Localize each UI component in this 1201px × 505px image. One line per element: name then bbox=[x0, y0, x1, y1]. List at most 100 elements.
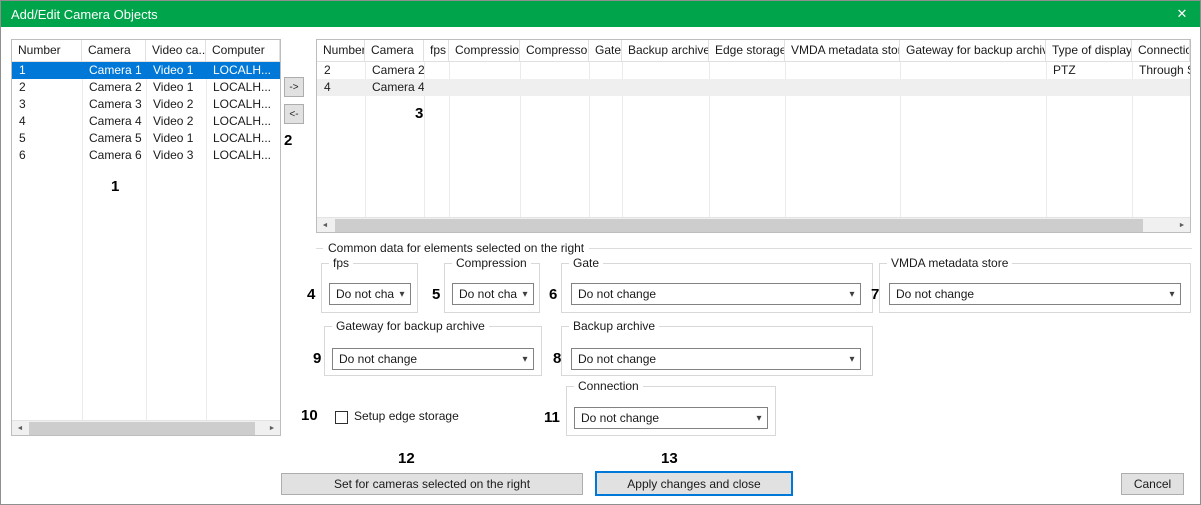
cell-compression bbox=[449, 62, 520, 79]
annotation-11: 11 bbox=[544, 410, 560, 425]
cell-backup-archive bbox=[622, 62, 709, 79]
column-header-compressor[interactable]: Compressor bbox=[520, 40, 589, 61]
annotation-1: 1 bbox=[111, 179, 119, 194]
table-row[interactable]: 4 Camera 4 Video 2 LOCALH... bbox=[12, 113, 280, 130]
vmda-dropdown-value: Do not change bbox=[896, 287, 1164, 301]
cell-video: Video 3 bbox=[146, 147, 206, 164]
gate-group-label: Gate bbox=[569, 256, 603, 270]
table-row[interactable]: 3 Camera 3 Video 2 LOCALH... bbox=[12, 96, 280, 113]
column-header-compression[interactable]: Compression bbox=[449, 40, 520, 61]
cell-computer: LOCALH... bbox=[206, 113, 280, 130]
column-header-camera[interactable]: Camera bbox=[82, 40, 146, 61]
move-left-button[interactable]: <- bbox=[284, 104, 304, 124]
cell-compressor bbox=[520, 79, 589, 96]
fps-group-label: fps bbox=[329, 256, 353, 270]
annotation-7: 7 bbox=[871, 287, 879, 302]
vmda-group-label: VMDA metadata store bbox=[887, 256, 1012, 270]
scrollbar-thumb[interactable] bbox=[335, 219, 1143, 232]
cell-fps bbox=[424, 62, 449, 79]
cell-connection bbox=[1132, 79, 1190, 96]
close-icon[interactable]: ✕ bbox=[1164, 1, 1200, 27]
cancel-button[interactable]: Cancel bbox=[1121, 473, 1184, 495]
table-row[interactable]: 2 Camera 2 Video 1 LOCALH... bbox=[12, 79, 280, 96]
annotation-13: 13 bbox=[661, 451, 678, 466]
connection-dropdown[interactable]: Do not change ▾ bbox=[574, 407, 768, 429]
column-header-gateway[interactable]: Gateway for backup archive bbox=[900, 40, 1046, 61]
gateway-dropdown-value: Do not change bbox=[339, 352, 517, 366]
vmda-dropdown[interactable]: Do not change ▾ bbox=[889, 283, 1181, 305]
cell-number: 1 bbox=[12, 62, 82, 79]
scroll-left-icon[interactable]: ◄ bbox=[317, 218, 333, 233]
cell-gateway bbox=[900, 79, 1046, 96]
column-header-video[interactable]: Video ca... bbox=[146, 40, 206, 61]
gate-dropdown[interactable]: Do not change ▾ bbox=[571, 283, 861, 305]
scroll-left-icon[interactable]: ◄ bbox=[12, 421, 28, 436]
chevron-down-icon: ▾ bbox=[844, 289, 860, 300]
column-header-edge-storage[interactable]: Edge storage bbox=[709, 40, 785, 61]
cell-edge-storage bbox=[709, 79, 785, 96]
cell-gate bbox=[589, 62, 622, 79]
annotation-2: 2 bbox=[284, 133, 292, 148]
cell-connection: Through Se bbox=[1132, 62, 1190, 79]
cell-type-of-display bbox=[1046, 79, 1132, 96]
cell-computer: LOCALH... bbox=[206, 96, 280, 113]
chevron-down-icon: ▾ bbox=[844, 354, 860, 365]
scroll-right-icon[interactable]: ► bbox=[1174, 218, 1190, 233]
fps-dropdown[interactable]: Do not change ▾ bbox=[329, 283, 411, 305]
table-row[interactable]: 1 Camera 1 Video 1 LOCALH... bbox=[12, 62, 280, 79]
cell-type-of-display: PTZ bbox=[1046, 62, 1132, 79]
apply-changes-button[interactable]: Apply changes and close bbox=[595, 471, 793, 496]
annotation-8: 8 bbox=[553, 351, 561, 366]
column-header-fps[interactable]: fps bbox=[424, 40, 449, 61]
scrollbar-thumb[interactable] bbox=[29, 422, 255, 435]
cell-compressor bbox=[520, 62, 589, 79]
column-header-camera[interactable]: Camera bbox=[365, 40, 424, 61]
set-for-selected-button[interactable]: Set for cameras selected on the right bbox=[281, 473, 583, 495]
connection-group-label: Connection bbox=[574, 379, 643, 393]
selected-cameras-table: Number Camera fps Compression Compressor… bbox=[316, 39, 1191, 233]
column-header-connection[interactable]: Connection bbox=[1132, 40, 1190, 61]
gateway-dropdown[interactable]: Do not change ▾ bbox=[332, 348, 534, 370]
column-header-type-of-display[interactable]: Type of display bbox=[1046, 40, 1132, 61]
horizontal-scrollbar[interactable]: ◄ ► bbox=[12, 420, 280, 435]
scroll-right-icon[interactable]: ► bbox=[264, 421, 280, 436]
column-header-computer[interactable]: Computer bbox=[206, 40, 280, 61]
titlebar: Add/Edit Camera Objects ✕ bbox=[1, 1, 1200, 27]
table-row[interactable]: 5 Camera 5 Video 1 LOCALH... bbox=[12, 130, 280, 147]
table-row[interactable]: 6 Camera 6 Video 3 LOCALH... bbox=[12, 147, 280, 164]
cell-number: 4 bbox=[317, 79, 365, 96]
setup-edge-storage-checkbox[interactable] bbox=[335, 411, 348, 424]
annotation-9: 9 bbox=[313, 351, 321, 366]
chevron-down-icon: ▾ bbox=[517, 354, 533, 365]
cell-number: 6 bbox=[12, 147, 82, 164]
annotation-6: 6 bbox=[549, 287, 557, 302]
column-header-vmda[interactable]: VMDA metadata store bbox=[785, 40, 900, 61]
column-header-number[interactable]: Number bbox=[317, 40, 365, 61]
cell-backup-archive bbox=[622, 79, 709, 96]
available-cameras-table: Number Camera Video ca... Computer 1 Cam… bbox=[11, 39, 281, 436]
cell-video: Video 2 bbox=[146, 96, 206, 113]
table-row[interactable]: 4 Camera 4 bbox=[317, 79, 1190, 96]
backup-archive-dropdown[interactable]: Do not change ▾ bbox=[571, 348, 861, 370]
cell-computer: LOCALH... bbox=[206, 147, 280, 164]
cell-camera: Camera 4 bbox=[82, 113, 146, 130]
cell-camera: Camera 5 bbox=[82, 130, 146, 147]
annotation-4: 4 bbox=[307, 287, 315, 302]
dialog-add-edit-camera-objects: Add/Edit Camera Objects ✕ Number Camera … bbox=[0, 0, 1201, 505]
connection-dropdown-value: Do not change bbox=[581, 411, 751, 425]
cell-number: 2 bbox=[12, 79, 82, 96]
cell-vmda bbox=[785, 79, 900, 96]
column-header-backup-archive[interactable]: Backup archive bbox=[622, 40, 709, 61]
cell-vmda bbox=[785, 62, 900, 79]
horizontal-scrollbar[interactable]: ◄ ► bbox=[317, 217, 1190, 232]
cell-number: 2 bbox=[317, 62, 365, 79]
column-header-gate[interactable]: Gate bbox=[589, 40, 622, 61]
cell-camera: Camera 3 bbox=[82, 96, 146, 113]
chevron-down-icon: ▾ bbox=[751, 413, 767, 424]
table-row[interactable]: 2 Camera 2 PTZ Through Se bbox=[317, 62, 1190, 79]
compression-dropdown[interactable]: Do not change ▾ bbox=[452, 283, 534, 305]
column-header-number[interactable]: Number bbox=[12, 40, 82, 61]
cell-camera: Camera 2 bbox=[365, 62, 424, 79]
backup-archive-dropdown-value: Do not change bbox=[578, 352, 844, 366]
move-right-button[interactable]: -> bbox=[284, 77, 304, 97]
